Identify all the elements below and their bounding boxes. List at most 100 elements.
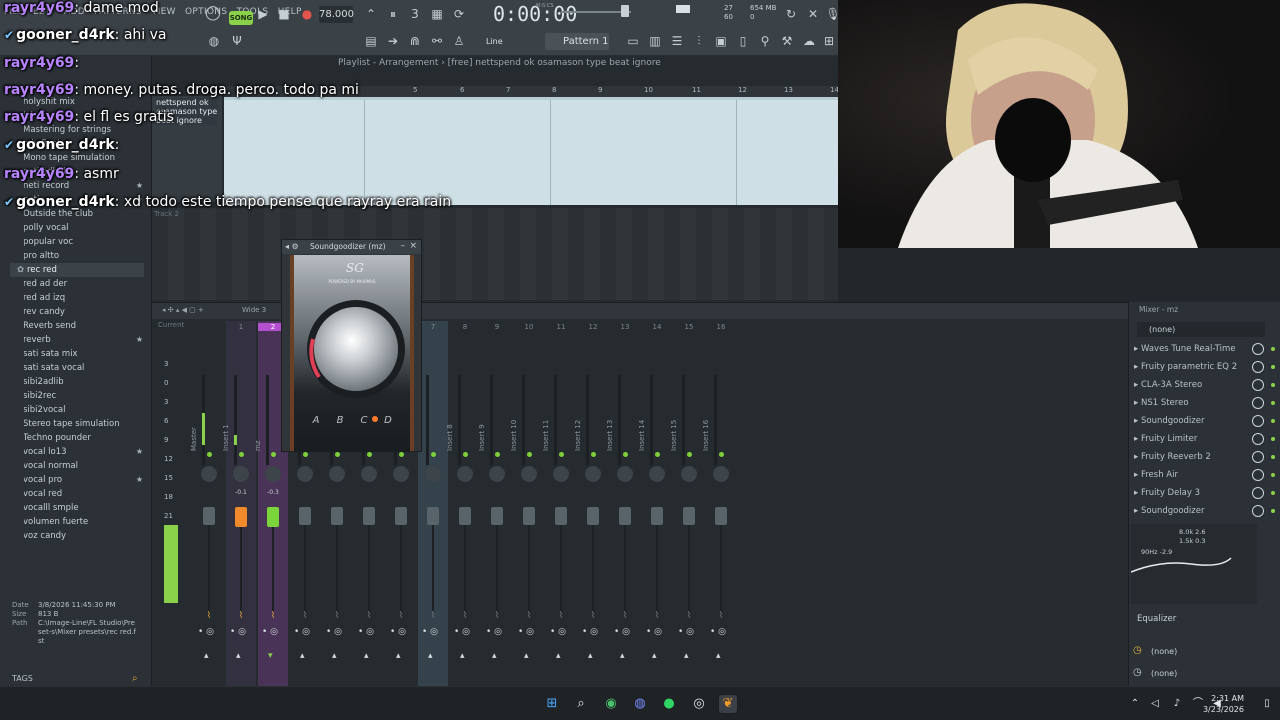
mix-level-knob[interactable] — [1252, 487, 1264, 499]
routing-icons[interactable]: • ◎ — [230, 627, 246, 637]
volume-fader[interactable] — [235, 507, 247, 527]
pan-knob[interactable] — [553, 466, 569, 482]
routing-icons[interactable]: • ◎ — [486, 627, 502, 637]
browser-item[interactable]: ✿ rec red — [10, 263, 144, 277]
mute-led[interactable] — [623, 452, 628, 457]
effect-slot[interactable]: ▸ Fruity Delay 3 — [1133, 485, 1277, 501]
pan-knob[interactable] — [713, 466, 729, 482]
mixer-layout-label[interactable]: Wide 3 — [242, 306, 266, 314]
tags-label[interactable]: TAGS — [12, 674, 33, 683]
send-arrow-icon[interactable]: ▴ — [300, 651, 305, 661]
send-arrow-icon[interactable]: ▴ — [556, 651, 561, 661]
slot-expand-icon[interactable]: ▸ — [1134, 434, 1141, 444]
slot-expand-icon[interactable]: ▸ — [1134, 488, 1141, 498]
send-arrow-icon[interactable]: ▴ — [492, 651, 497, 661]
stamp-icon[interactable]: ♙ — [450, 33, 468, 49]
link-icon[interactable]: ⚯ — [428, 33, 446, 49]
send-arrow-icon[interactable]: ▴ — [332, 651, 337, 661]
effect-slot[interactable]: ▸ Soundgoodizer — [1133, 503, 1277, 519]
volume-fader[interactable] — [683, 507, 695, 525]
mute-led[interactable] — [335, 452, 340, 457]
volume-fader[interactable] — [651, 507, 663, 525]
browser-item[interactable]: ✿reverb★ — [24, 333, 149, 347]
refresh-icon[interactable]: ↻ — [782, 6, 800, 22]
slot-expand-icon[interactable]: ▸ — [1134, 416, 1141, 426]
mute-led[interactable] — [591, 452, 596, 457]
keyboard-icon[interactable]: ▤ — [362, 33, 380, 49]
channel-rack-icon[interactable]: ☰ — [668, 33, 686, 49]
speaker-icon[interactable]: ◁ — [1146, 695, 1164, 713]
project-icon[interactable]: ▯ — [734, 33, 752, 49]
mix-level-knob[interactable] — [1252, 379, 1264, 391]
record-icon[interactable]: ● — [298, 6, 316, 22]
browser-icon[interactable]: ▣ — [712, 33, 730, 49]
slot-enable-led[interactable] — [1271, 491, 1275, 495]
mixer-strip[interactable]: 7Insert 7⌇• ◎▴ — [414, 321, 448, 687]
pan-knob[interactable] — [393, 466, 409, 482]
master-pitch-knob[interactable]: ◍ — [205, 33, 223, 49]
routing-icons[interactable]: • ◎ — [454, 627, 470, 637]
volume-fader[interactable] — [555, 507, 567, 525]
tools-icon[interactable]: ✕ — [804, 6, 822, 22]
slot-expand-icon[interactable]: ▸ — [1134, 380, 1141, 390]
playlist-icon[interactable]: ▭ — [624, 33, 642, 49]
mute-led[interactable] — [303, 452, 308, 457]
track-2-lane[interactable] — [152, 208, 838, 300]
send-arrow-icon[interactable]: ▴ — [236, 651, 241, 661]
effect-slot[interactable]: ▸ Fresh Air — [1133, 467, 1277, 483]
eq-graph[interactable]: 8.0k 2.6 1.5k 0.3 90Hz -2.9 — [1131, 524, 1257, 604]
start-icon[interactable]: ⊞ — [543, 695, 561, 713]
volume-fader[interactable] — [363, 507, 375, 525]
notification-icon[interactable]: ▯ — [1258, 695, 1276, 713]
slot-enable-led[interactable] — [1271, 509, 1275, 513]
browser-item[interactable]: ✿sibi2vocal — [24, 403, 149, 417]
piano-roll-icon[interactable]: ▥ — [646, 33, 664, 49]
pat-song-icon[interactable]: ◯ — [204, 5, 222, 21]
send-arrow-icon[interactable]: ▴ — [588, 651, 593, 661]
mixer-strip[interactable]: 15 Insert 15 ⌇ • ◎ ▴ — [670, 321, 704, 687]
slot-enable-led[interactable] — [1271, 365, 1275, 369]
browser-item[interactable]: ✿Mastering for strings — [24, 123, 149, 137]
mixer-strip[interactable]: Master ⌇ • ◎ ▴ — [190, 321, 224, 687]
plugin-menu-icon[interactable]: ◂ ⚙ — [285, 242, 299, 251]
soundgoodizer-window[interactable]: Soundgoodizer (mz) ◂ ⚙ – × SG POWERED BY… — [281, 239, 422, 452]
mute-led[interactable] — [687, 452, 692, 457]
effect-slot[interactable]: ▸ Fruity parametric EQ 2 — [1133, 359, 1277, 375]
obs-icon[interactable]: ◎ — [690, 695, 708, 713]
mix-level-knob[interactable] — [1252, 343, 1264, 355]
routing-icons[interactable]: • ◎ — [262, 627, 278, 637]
master-volume-handle[interactable] — [621, 5, 629, 17]
send-arrow-icon[interactable]: ▾ — [268, 651, 273, 661]
send-arrow-icon[interactable]: ▴ — [652, 651, 657, 661]
discord-icon[interactable]: ◍ — [631, 695, 649, 713]
tuning-fork-icon[interactable]: Ψ — [228, 33, 246, 49]
mute-led[interactable] — [495, 452, 500, 457]
routing-icons[interactable]: • ◎ — [198, 627, 214, 637]
pan-knob[interactable] — [585, 466, 601, 482]
browser-item[interactable]: ✿sati sata vocal — [24, 361, 149, 375]
mix-level-knob[interactable] — [1252, 469, 1264, 481]
browser-item[interactable]: ✿vocal lo13★ — [24, 445, 149, 459]
send-arrow-icon[interactable]: ▴ — [460, 651, 465, 661]
cart-icon[interactable]: ⊞ — [820, 33, 838, 49]
mixer-strip[interactable]: 12 Insert 12 ⌇ • ◎ ▴ — [574, 321, 608, 687]
slot-enable-led[interactable] — [1271, 401, 1275, 405]
mix-level-knob[interactable] — [1252, 451, 1264, 463]
slot-expand-icon[interactable]: ▸ — [1134, 506, 1141, 516]
routing-icons[interactable]: • ◎ — [646, 627, 662, 637]
mix-level-knob[interactable] — [1252, 397, 1264, 409]
volume-fader[interactable] — [715, 507, 727, 525]
volume-fader[interactable] — [523, 507, 535, 525]
send-arrow-icon[interactable]: ▴ — [684, 651, 689, 661]
send-arrow-icon[interactable]: ▴ — [620, 651, 625, 661]
arrow-icon[interactable]: ➔ — [384, 33, 402, 49]
send-arrow-icon[interactable]: ▴ — [716, 651, 721, 661]
pan-knob[interactable] — [297, 466, 313, 482]
mixer-strip[interactable]: 11 Insert 11 ⌇ • ◎ ▴ — [542, 321, 576, 687]
input-routing[interactable]: (none) — [1133, 644, 1277, 660]
volume-fader[interactable] — [267, 507, 279, 527]
browser-item[interactable]: ✿sati sata mix — [24, 347, 149, 361]
mute-led[interactable] — [399, 452, 404, 457]
browser-item[interactable]: ✿Reverb send — [24, 319, 149, 333]
routing-icons[interactable]: • ◎ — [678, 627, 694, 637]
